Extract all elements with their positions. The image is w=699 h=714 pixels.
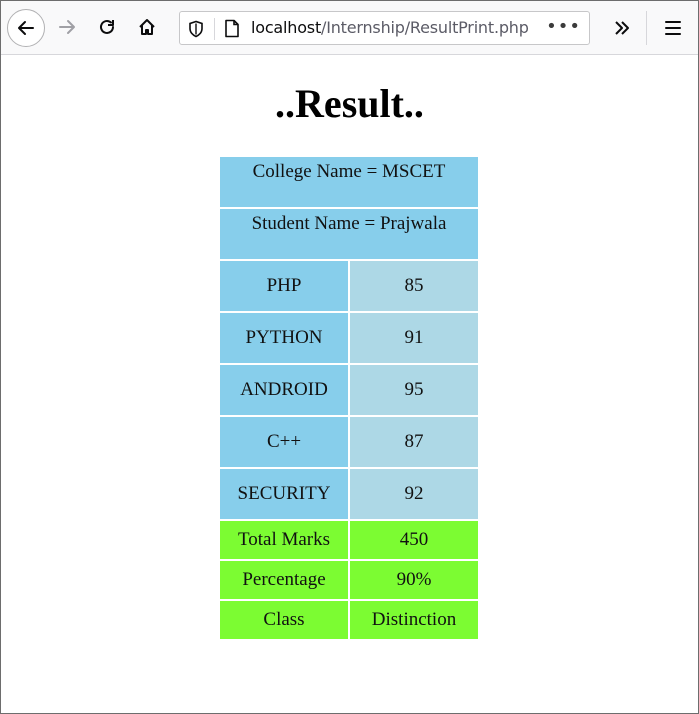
summary-label: Total Marks	[220, 521, 348, 559]
subject-marks: 91	[350, 313, 478, 363]
subject-marks: 92	[350, 469, 478, 519]
shield-icon[interactable]	[188, 20, 204, 43]
summary-value: Distinction	[350, 601, 478, 639]
college-name-cell: College Name = MSCET	[220, 157, 478, 207]
toolbar-separator	[646, 11, 647, 45]
browser-toolbar: localhost/Internship/ResultPrint.php •••	[1, 1, 698, 55]
subject-name: C++	[220, 417, 348, 467]
forward-arrow-icon	[59, 20, 75, 34]
home-icon	[139, 19, 155, 35]
page-actions-icon[interactable]: •••	[546, 16, 581, 37]
summary-value: 450	[350, 521, 478, 559]
summary-label: Percentage	[220, 561, 348, 599]
subject-marks: 87	[350, 417, 478, 467]
address-separator	[214, 18, 215, 40]
subject-marks: 85	[350, 261, 478, 311]
address-bar[interactable]: localhost/Internship/ResultPrint.php •••	[179, 11, 590, 45]
student-name-cell: Student Name = Prajwala	[220, 209, 478, 259]
reload-button[interactable]	[89, 9, 125, 45]
subject-marks: 95	[350, 365, 478, 415]
page-content: ..Result.. College Name = MSCET Student …	[1, 55, 698, 712]
subject-row: ANDROID 95	[220, 365, 478, 415]
college-row: College Name = MSCET	[220, 157, 478, 207]
back-arrow-icon	[18, 21, 34, 35]
url-path: /Internship/ResultPrint.php	[321, 18, 529, 37]
url-host: localhost	[251, 18, 322, 37]
summary-label: Class	[220, 601, 348, 639]
menu-button[interactable]	[655, 13, 691, 43]
subject-name: SECURITY	[220, 469, 348, 519]
forward-button[interactable]	[49, 9, 85, 45]
subject-row: C++ 87	[220, 417, 478, 467]
hamburger-menu-icon	[665, 21, 681, 35]
reload-icon	[100, 19, 114, 34]
summary-value: 90%	[350, 561, 478, 599]
home-button[interactable]	[129, 9, 165, 45]
subject-row: PHP 85	[220, 261, 478, 311]
url-text[interactable]: localhost/Internship/ResultPrint.php	[251, 18, 529, 37]
overflow-chevron-icon	[615, 21, 629, 35]
subject-name: PHP	[220, 261, 348, 311]
percentage-row: Percentage 90%	[220, 561, 478, 599]
back-button[interactable]	[7, 9, 45, 47]
subject-row: PYTHON 91	[220, 313, 478, 363]
subject-name: PYTHON	[220, 313, 348, 363]
result-table: College Name = MSCET Student Name = Praj…	[218, 155, 480, 641]
page-title: ..Result..	[275, 81, 424, 126]
total-marks-row: Total Marks 450	[220, 521, 478, 559]
student-row: Student Name = Prajwala	[220, 209, 478, 259]
page-icon[interactable]	[224, 19, 240, 43]
overflow-button[interactable]	[604, 13, 640, 43]
class-row: Class Distinction	[220, 601, 478, 639]
subject-name: ANDROID	[220, 365, 348, 415]
subject-row: SECURITY 92	[220, 469, 478, 519]
